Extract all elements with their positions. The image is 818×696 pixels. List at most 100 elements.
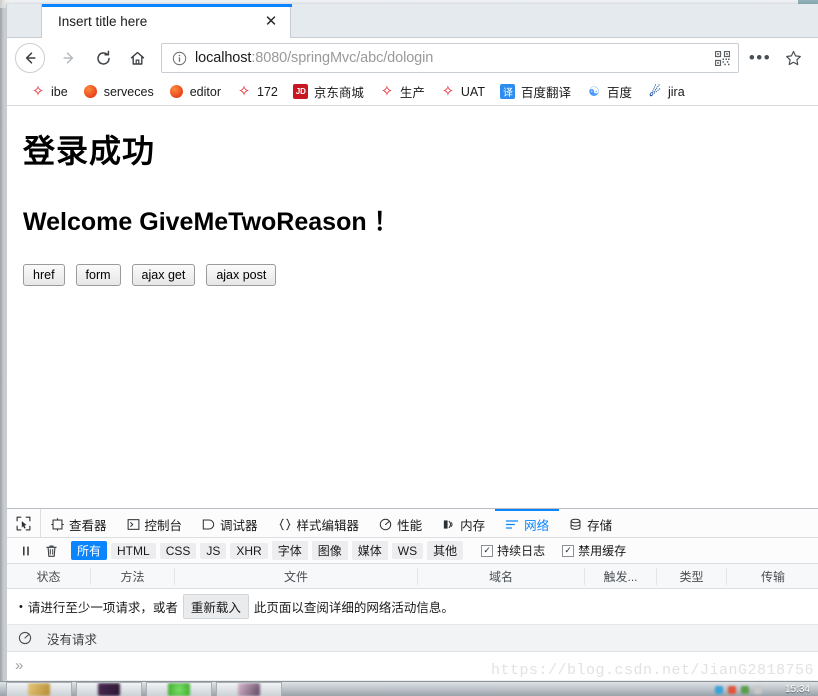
memory-icon	[442, 518, 455, 531]
ajax-post-button[interactable]: ajax post	[206, 264, 277, 286]
filter-xhr[interactable]: XHR	[230, 542, 268, 559]
href-button[interactable]: href	[23, 264, 65, 286]
back-button[interactable]	[15, 43, 45, 73]
taskbar-icon	[98, 682, 120, 696]
browser-tab[interactable]: Insert title here ✕	[41, 4, 292, 38]
bookmark-item[interactable]: ✧ 172	[229, 82, 285, 102]
filter-ws[interactable]: WS	[391, 542, 424, 559]
jira-icon: ☄	[649, 84, 661, 99]
bookmark-star-button[interactable]	[777, 42, 809, 74]
bookmark-item[interactable]: ☯ 百度	[579, 80, 639, 103]
bookmark-item[interactable]: serveces	[76, 82, 161, 102]
filter-other[interactable]: 其他	[427, 541, 464, 560]
pause-icon[interactable]	[15, 541, 37, 561]
tab-performance[interactable]: 性能	[369, 509, 432, 537]
taskbar-item[interactable]	[216, 682, 282, 696]
column-file[interactable]: 文件	[175, 567, 418, 585]
bookmark-label: UAT	[460, 84, 485, 99]
jd-icon: JD	[293, 84, 309, 100]
page-subtitle: Welcome GiveMeTwoReason ！	[23, 208, 399, 236]
bookmark-item[interactable]: 译 百度翻译	[493, 80, 578, 103]
filter-js[interactable]: JS	[200, 542, 227, 559]
filter-html[interactable]: HTML	[111, 542, 156, 559]
disable-cache-checkbox[interactable]: ✓ 禁用缓存	[562, 542, 626, 559]
bookmark-item[interactable]: ✧ UAT	[433, 82, 492, 102]
bullet-icon: •	[19, 600, 23, 613]
home-button[interactable]	[121, 42, 153, 74]
tab-inspector[interactable]: 查看器	[41, 509, 117, 537]
filter-image[interactable]: 图像	[311, 541, 348, 560]
tab-debugger[interactable]: 调试器	[192, 509, 268, 537]
tab-style-editor[interactable]: 样式编辑器	[268, 509, 370, 537]
url-text[interactable]: localhost:8080/springMvc/abc/dologin	[195, 50, 712, 66]
column-type[interactable]: 类型	[657, 567, 727, 585]
bookmark-item[interactable]: editor	[162, 82, 228, 102]
tab-network[interactable]: 网络	[495, 509, 560, 537]
filter-all[interactable]: 所有	[71, 541, 108, 560]
system-tray[interactable]	[715, 682, 762, 696]
bookmark-label: editor	[189, 84, 221, 99]
taskbar-icon	[28, 682, 50, 696]
notice-text-before: 请进行至少一项请求，或者	[27, 601, 178, 615]
tab-label: 内存	[460, 518, 486, 533]
notice-text-after: 此页面以查阅详细的网络活动信息。	[253, 601, 454, 615]
persist-logs-checkbox[interactable]: ✓ 持续日志	[481, 542, 545, 559]
tab-memory[interactable]: 内存	[432, 509, 495, 537]
checkbox-label: 禁用缓存	[578, 544, 627, 558]
taskbar-item[interactable]	[6, 682, 72, 696]
site-info-icon[interactable]	[172, 51, 187, 66]
bookmark-label: jira	[668, 84, 685, 99]
column-status[interactable]: 状态	[7, 567, 91, 585]
taskbar-icon	[238, 682, 260, 696]
braces-icon	[278, 518, 292, 531]
star-red-icon: ✧	[237, 83, 251, 100]
element-picker-icon[interactable]	[7, 509, 41, 537]
tab-storage[interactable]: 存储	[559, 509, 622, 537]
filter-font[interactable]: 字体	[271, 541, 308, 560]
star-red-icon: ✧	[380, 83, 394, 100]
page-button-row: href form ajax get ajax post	[23, 264, 803, 286]
page-viewport: 登录成功 Welcome GiveMeTwoReason ！ href form…	[7, 106, 818, 508]
close-icon[interactable]: ✕	[262, 12, 280, 30]
column-method[interactable]: 方法	[91, 567, 175, 585]
bookmark-label: 172	[257, 84, 278, 99]
bookmark-item[interactable]: ✧ 生产	[372, 80, 432, 103]
reload-page-button[interactable]: 重新载入	[182, 594, 249, 619]
tab-console[interactable]: 控制台	[117, 509, 193, 537]
active-tab-indicator	[42, 4, 292, 7]
address-bar[interactable]: localhost:8080/springMvc/abc/dologin	[161, 43, 739, 73]
filter-css[interactable]: CSS	[159, 542, 197, 559]
forward-button[interactable]	[53, 42, 85, 74]
checkbox-label: 持续日志	[497, 544, 546, 558]
star-icon	[785, 50, 801, 65]
taskbar-item[interactable]	[76, 682, 142, 696]
performance-analysis-icon[interactable]	[13, 628, 37, 648]
bookmark-label: 百度翻译	[520, 86, 571, 100]
qr-code-icon[interactable]	[712, 48, 732, 68]
column-domain[interactable]: 域名	[418, 567, 585, 585]
tab-strip: Insert title here ✕	[7, 4, 818, 38]
ajax-get-button[interactable]: ajax get	[131, 264, 196, 286]
form-button[interactable]: form	[75, 264, 121, 286]
column-transferred[interactable]: 传输	[727, 568, 818, 585]
tab-title: Insert title here	[58, 13, 148, 29]
bookmark-item[interactable]: ☄ jira	[640, 82, 692, 102]
toolbar-right-group: •••	[745, 42, 811, 74]
performance-icon	[379, 518, 392, 531]
taskbar-item[interactable]	[146, 682, 212, 696]
navigation-toolbar: localhost:8080/springMvc/abc/dologin •••	[7, 38, 818, 78]
devtools-overflow-button[interactable]: »	[7, 652, 818, 678]
bookmark-item[interactable]: ✧ ibe	[23, 82, 75, 102]
trash-icon[interactable]	[40, 541, 62, 561]
console-icon	[127, 518, 140, 531]
url-path: :8080/springMvc/abc/dologin	[251, 50, 434, 66]
bookmark-label: serveces	[103, 84, 154, 99]
browser-menu-button[interactable]: •••	[745, 43, 775, 73]
bookmark-item[interactable]: JD 京东商城	[286, 80, 371, 103]
column-cause[interactable]: 触发...	[585, 567, 657, 585]
taskbar-clock[interactable]: 15:34	[785, 682, 810, 696]
devtools-panel: 查看器 控制台 调试器 样式编辑器 性能 内存 网络 存储 所有 HTML CS…	[7, 508, 818, 680]
reload-button[interactable]	[87, 42, 119, 74]
tab-label: 网络	[524, 518, 550, 533]
filter-media[interactable]: 媒体	[351, 541, 388, 560]
